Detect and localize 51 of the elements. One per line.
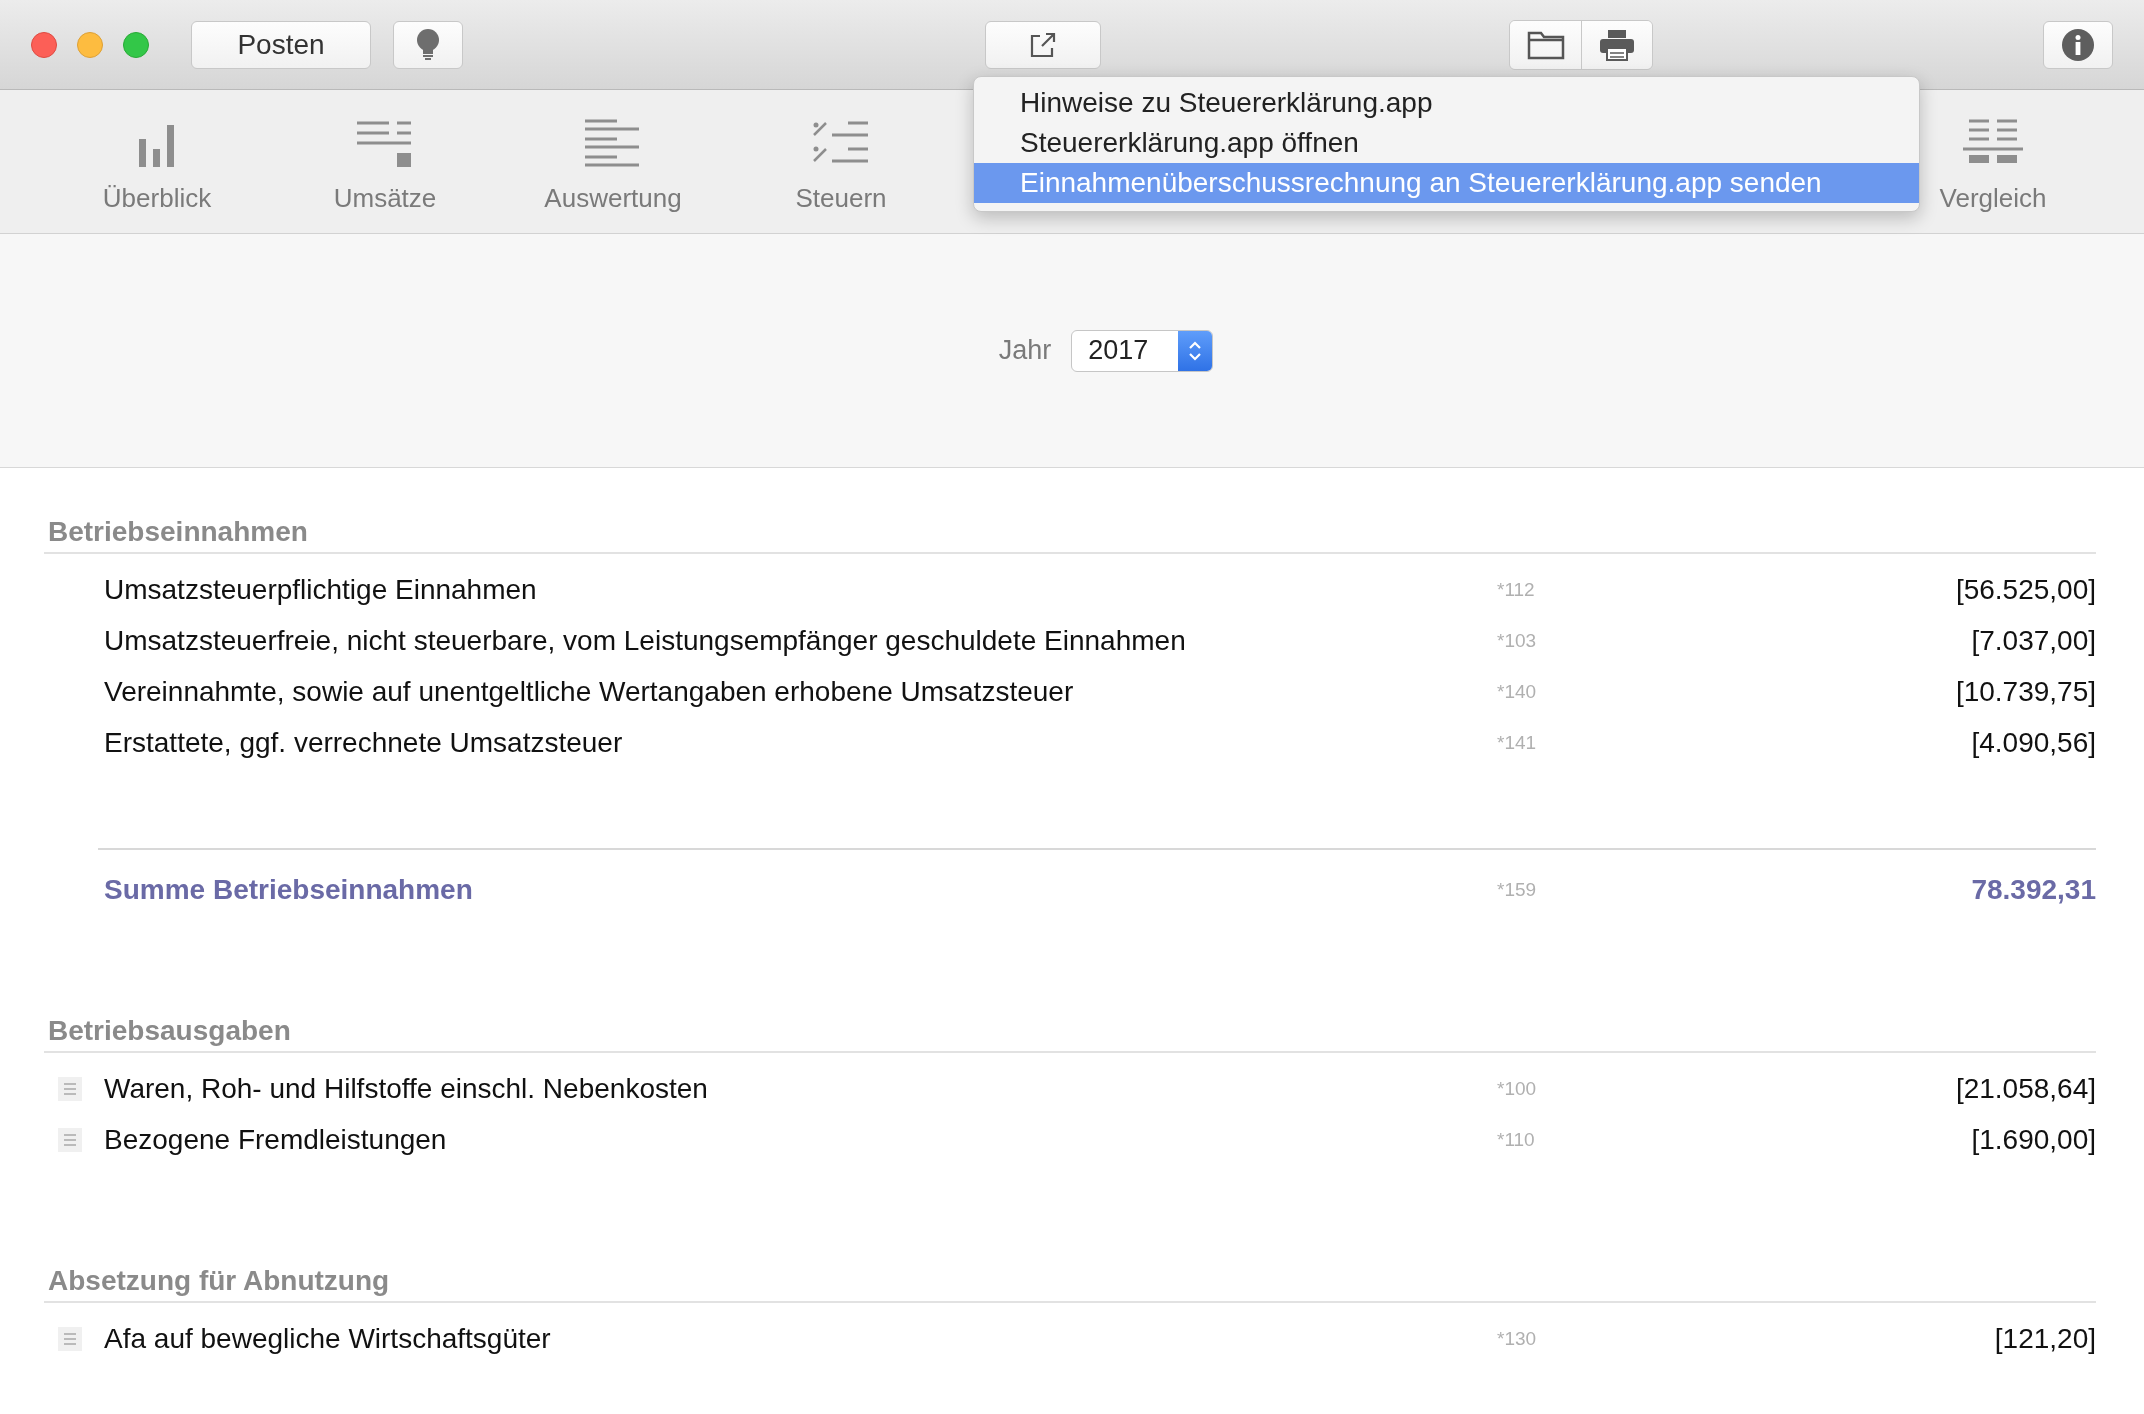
row-label: Bezogene Fremdleistungen — [104, 1123, 448, 1156]
field-code: *103 — [1497, 629, 1538, 652]
share-button[interactable] — [985, 20, 1101, 69]
field-code: *110 — [1497, 1128, 1536, 1151]
menu-item[interactable]: Einnahmenüberschussrechnung an Steuererklärung.app senden — [974, 163, 1919, 203]
amount: [1.690,00] — [1970, 1123, 2096, 1156]
row-label: Waren, Roh- und Hilfstoffe einschl. Nebenkosten — [104, 1072, 709, 1105]
row-label: Umsatzsteuerfreie, nicht steuerbare, vom Leistungsempfänger geschuldete Einnahmen — [104, 624, 1187, 657]
sum-amount: 78.392,31 — [1970, 873, 2096, 906]
toolbar-tab[interactable]: Auswertung — [499, 90, 727, 233]
list-icon[interactable] — [58, 1326, 82, 1351]
folder-icon — [1526, 29, 1565, 60]
year-popup[interactable]: 2017 — [1071, 329, 1214, 372]
toolbar-tab[interactable]: Steuern — [727, 90, 955, 233]
toolbar-tab[interactable]: Überblick — [43, 90, 271, 233]
row-label: Erstattete, ggf. verrechnete Umsatzsteuer — [104, 726, 624, 759]
field-code: *140 — [1497, 680, 1538, 703]
print-button[interactable] — [1581, 20, 1652, 69]
list-icon[interactable] — [58, 1127, 82, 1152]
sum-label: Summe Betriebseinnahmen — [104, 873, 474, 906]
lightbulb-icon — [415, 27, 441, 62]
printer-icon — [1599, 28, 1635, 61]
amount: [7.037,00] — [1970, 624, 2096, 657]
field-code: *100 — [1497, 1077, 1538, 1100]
posten-button[interactable]: Posten — [191, 20, 371, 69]
toolbar-tab[interactable]: Umsätze — [271, 90, 499, 233]
text-lines-icon — [585, 117, 641, 169]
info-icon — [2061, 27, 2095, 62]
field-code: *130 — [1497, 1327, 1538, 1350]
amount: [56.525,00] — [1954, 573, 2096, 606]
field-code: *112 — [1497, 578, 1536, 601]
lightbulb-button[interactable] — [393, 20, 463, 69]
zoom-button[interactable] — [123, 31, 149, 58]
field-code: *141 — [1497, 731, 1538, 754]
section-heading: Betriebseinnahmen — [44, 512, 2096, 554]
list-icon[interactable] — [58, 1076, 82, 1101]
field-code: *159 — [1497, 878, 1538, 901]
row-label: Vereinnahmte, sowie auf unentgeltliche Wertangaben erhobene Umsatzsteuer — [104, 675, 1075, 708]
amount: [10.739,75] — [1954, 675, 2096, 708]
row-label: Umsatzsteuerpflichtige Einnahmen — [104, 573, 538, 606]
info-button[interactable] — [2043, 20, 2113, 69]
year-label: Jahr — [998, 335, 1052, 366]
amount: [4.090,56] — [1970, 726, 2096, 759]
amount: [21.058,64] — [1954, 1072, 2096, 1105]
row-label: Afa auf bewegliche Wirtschaftsgüter — [104, 1322, 552, 1355]
minimize-button[interactable] — [77, 31, 103, 58]
section-heading: Betriebsausgaben — [44, 1011, 2096, 1053]
amount: [121,20] — [1993, 1322, 2096, 1355]
close-button[interactable] — [31, 31, 57, 58]
section-heading: Absetzung für Abnutzung — [44, 1261, 2096, 1303]
folder-button[interactable] — [1510, 20, 1581, 69]
